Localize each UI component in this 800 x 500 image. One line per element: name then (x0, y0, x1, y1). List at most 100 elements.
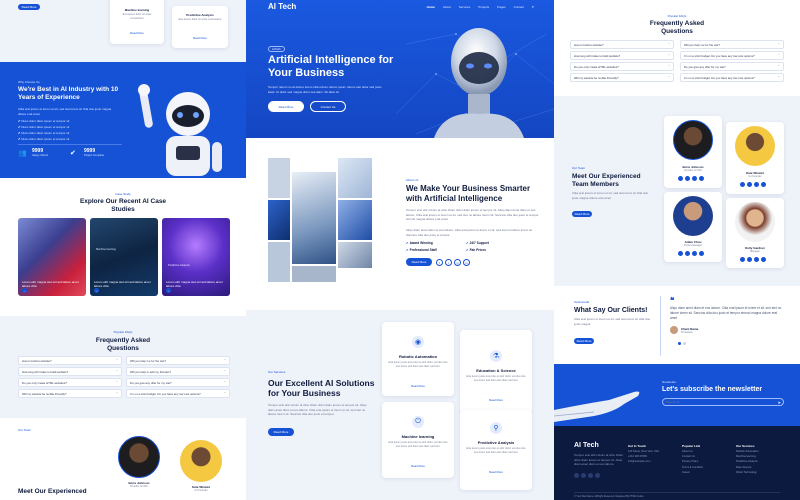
faq-item[interactable]: Do you only create HTML websites? (18, 378, 122, 387)
hero-tag: AI.Tech (268, 46, 285, 52)
team-title: Meet Our Experienced Team Members (572, 173, 641, 188)
arrow-right-icon[interactable]: → (94, 288, 99, 293)
carousel-dots (678, 342, 686, 345)
why-choose-section: Why Choose Us We're Best in AI Industry … (0, 62, 246, 178)
service-card-read-more[interactable]: Read More (460, 398, 532, 402)
faq-item[interactable]: Do you give any offer for my site? (126, 378, 230, 387)
why-check-4: ✔ Diam dolor diam ipsum et tempor sit (18, 137, 70, 141)
instagram-icon[interactable] (692, 251, 697, 256)
search-icon[interactable]: ⌕ (532, 4, 534, 9)
brand-logo[interactable]: AI Tech (268, 2, 296, 11)
services-read-more-button[interactable]: Read More (268, 428, 294, 436)
case-card-2[interactable]: Machine learning Lorem elitr magna stet … (90, 218, 158, 296)
left-preview-column: Read More Machine learning Erat ipsum do… (0, 0, 246, 500)
service-card-title: Robotic Automation (398, 354, 438, 359)
footer-link[interactable]: Robot Technology (736, 470, 759, 475)
carousel-dot[interactable] (678, 342, 681, 345)
testimonial-read-more-button[interactable]: Read More (574, 338, 594, 344)
linkedin-icon[interactable] (595, 473, 600, 478)
carousel-dot[interactable] (683, 342, 686, 345)
left-team-section: Our Team Meet Our Experienced Boris John… (0, 418, 246, 500)
instagram-icon[interactable] (754, 257, 759, 262)
faq-item[interactable]: I'm on a strict budget. Do you have any … (126, 389, 230, 398)
linkedin-icon[interactable]: in (463, 259, 470, 266)
faq-item[interactable]: Will my website be mobile Friendly? (570, 73, 674, 82)
footer-link[interactable]: Career (682, 470, 703, 475)
facebook-icon[interactable]: f (436, 259, 443, 266)
faq-item[interactable]: Do you only create HTML websites? (570, 62, 674, 71)
linkedin-icon[interactable] (699, 176, 704, 181)
team-title: Meet Our Experienced (18, 488, 87, 495)
faq-item[interactable]: Will my website be mobile Friendly? (18, 389, 122, 398)
service-card-predictive: ⚲ Predictive Analysis Erat ipsum justo a… (460, 410, 532, 490)
feature-staff: ✔ Professional Staff (406, 248, 437, 252)
member-role: Project Manager (683, 244, 703, 247)
instagram-icon[interactable] (754, 182, 759, 187)
main-page-column: AI Tech Home About Services Projects Pag… (246, 0, 554, 500)
footer-link[interactable]: Terms & Condition (682, 465, 703, 470)
faq-item[interactable]: Will you help me for the site? (680, 40, 784, 49)
twitter-icon[interactable] (685, 176, 690, 181)
nav-home[interactable]: Home (427, 5, 435, 9)
facebook-icon[interactable] (740, 182, 745, 187)
service-card-read-more[interactable]: Read More (382, 384, 454, 388)
arrow-right-icon[interactable]: → (166, 288, 171, 293)
team-read-more-button[interactable]: Read More (572, 211, 592, 217)
feature-prices: ✔ Fair Prices (466, 248, 486, 252)
nav-projects[interactable]: Projects (478, 5, 489, 9)
twitter-icon[interactable] (747, 182, 752, 187)
faq-item[interactable]: How to build a website? (570, 40, 674, 49)
nav-contact[interactable]: Contact (514, 5, 524, 9)
testimonial-title: What Say Our Clients! (574, 307, 648, 314)
facebook-icon[interactable] (581, 473, 586, 478)
faq-item[interactable]: I'm on a strict budget. Do you have any … (680, 51, 784, 60)
linkedin-icon[interactable] (761, 257, 766, 262)
footer-col-title: Get In Touch (628, 444, 647, 448)
why-check-1: ✔ Diam dolor diam ipsum et tempor sit (18, 119, 70, 123)
facebook-icon[interactable] (740, 257, 745, 262)
nav-about[interactable]: About (443, 5, 451, 9)
faq-item[interactable]: How long will it take to build website? (18, 367, 122, 376)
faq-item[interactable]: How to build a website? (18, 356, 122, 365)
case-card-3[interactable]: Predictive Analysis Lorem elitr magna st… (162, 218, 230, 296)
twitter-icon[interactable] (747, 257, 752, 262)
facebook-icon[interactable] (678, 251, 683, 256)
case-card-1[interactable]: Lorem elitr magna stet eirmod labore ame… (18, 218, 86, 296)
service-card-read-more[interactable]: Read More (460, 470, 532, 474)
about-read-more-button[interactable]: Read More (406, 258, 432, 266)
faq-item[interactable]: Will you help to add my Domain? (126, 367, 230, 376)
about-title: We Make Your Business Smarter with Artif… (406, 184, 531, 203)
hero-contact-button[interactable]: Contact Us (310, 101, 346, 112)
faq-item[interactable]: Will you help me for the site? (126, 356, 230, 365)
newsletter-email-input[interactable] (666, 400, 766, 405)
linkedin-icon[interactable] (761, 182, 766, 187)
twitter-icon[interactable]: t (445, 259, 452, 266)
left-top-read-more-button[interactable]: Read More (18, 4, 40, 10)
service-card-read-more[interactable]: Read More (382, 464, 454, 468)
twitter-icon[interactable] (574, 473, 579, 478)
service-card-read-more[interactable]: Read More (110, 31, 164, 35)
nav-pages[interactable]: Pages (497, 5, 506, 9)
instagram-icon[interactable]: ◎ (454, 259, 461, 266)
footer-link[interactable]: Predictive Analysis (736, 459, 759, 464)
testimonial-tag: Testimonial (574, 300, 590, 304)
faq-item[interactable]: How long will it take to build website? (570, 51, 674, 60)
check-double-icon: ✔ (70, 150, 76, 157)
facebook-icon[interactable] (678, 176, 683, 181)
linkedin-icon[interactable] (699, 251, 704, 256)
nav-services[interactable]: Services (459, 5, 471, 9)
send-icon[interactable]: ➤ (778, 400, 781, 405)
member-role: Co Founder (748, 175, 762, 178)
faq-item[interactable]: Do you give any offer for my site? (680, 62, 784, 71)
footer-logo[interactable]: AI Tech (574, 442, 599, 449)
testimonial-quote: Aliqu diam amet diam et eos labore. Clit… (670, 306, 782, 320)
faq-item[interactable]: I'm on a strict budget. Do you have any … (680, 73, 784, 82)
hero-read-more-button[interactable]: Read More (268, 101, 304, 112)
instagram-icon[interactable] (692, 176, 697, 181)
power-icon: ⏻ (412, 416, 424, 428)
service-card-machine-learning: ⏻ Machine learning Erat ipsum justo amet… (382, 402, 454, 478)
service-card-read-more[interactable]: Read More (172, 36, 228, 40)
twitter-icon[interactable] (685, 251, 690, 256)
arrow-right-icon[interactable]: → (22, 288, 27, 293)
youtube-icon[interactable] (588, 473, 593, 478)
